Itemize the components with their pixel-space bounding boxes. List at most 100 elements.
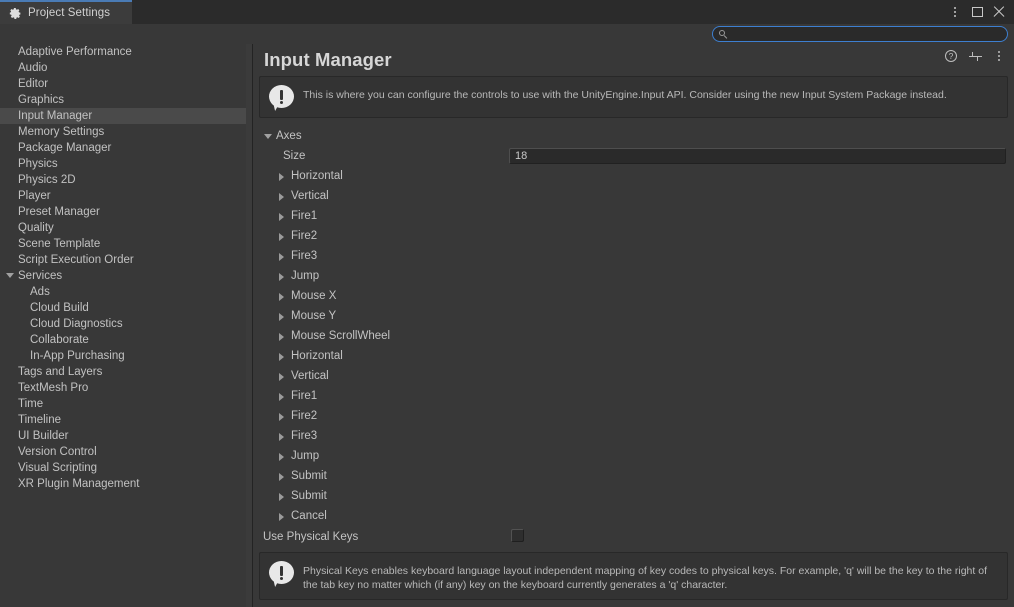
sidebar-item-label: Cloud Diagnostics: [30, 318, 123, 330]
axis-label: Fire1: [291, 210, 318, 222]
axis-label: Submit: [291, 470, 327, 482]
axis-row[interactable]: Horizontal: [259, 166, 1008, 186]
chevron-right-icon[interactable]: [279, 213, 284, 221]
use-physical-keys-checkbox[interactable]: [511, 529, 524, 542]
search-box[interactable]: [712, 26, 1008, 42]
sidebar-item-adaptive-performance[interactable]: Adaptive Performance: [0, 44, 246, 60]
sidebar-item-textmesh-pro[interactable]: TextMesh Pro: [0, 380, 246, 396]
sidebar-item-input-manager[interactable]: Input Manager: [0, 108, 246, 124]
sidebar-item-physics[interactable]: Physics: [0, 156, 246, 172]
axis-row[interactable]: Cancel: [259, 506, 1008, 526]
chevron-right-icon[interactable]: [279, 373, 284, 381]
maximize-icon: [971, 7, 983, 17]
sidebar-item-collaborate[interactable]: Collaborate: [0, 332, 246, 348]
sidebar-item-memory-settings[interactable]: Memory Settings: [0, 124, 246, 140]
axis-row[interactable]: Fire2: [259, 406, 1008, 426]
sidebar-item-label: UI Builder: [18, 430, 69, 442]
sidebar-item-quality[interactable]: Quality: [0, 220, 246, 236]
chevron-right-icon[interactable]: [279, 353, 284, 361]
page-header-icons: ?: [944, 49, 1006, 63]
sidebar-item-label: Tags and Layers: [18, 366, 103, 378]
sidebar-item-cloud-build[interactable]: Cloud Build: [0, 300, 246, 316]
axis-row[interactable]: Submit: [259, 486, 1008, 506]
axis-row[interactable]: Vertical: [259, 366, 1008, 386]
maximize-button[interactable]: [967, 1, 987, 23]
panel-more-options-button[interactable]: [992, 49, 1006, 63]
sidebar-item-package-manager[interactable]: Package Manager: [0, 140, 246, 156]
chevron-right-icon[interactable]: [279, 393, 284, 401]
sidebar-item-graphics[interactable]: Graphics: [0, 92, 246, 108]
search-input[interactable]: [732, 27, 1007, 41]
axis-label: Fire3: [291, 250, 318, 262]
more-options-icon: [998, 51, 1000, 61]
sidebar-item-timeline[interactable]: Timeline: [0, 412, 246, 428]
chevron-right-icon[interactable]: [279, 413, 284, 421]
sidebar-item-tags-and-layers[interactable]: Tags and Layers: [0, 364, 246, 380]
page-title: Input Manager: [264, 49, 392, 70]
sidebar-item-label: Ads: [30, 286, 50, 298]
axis-row[interactable]: Fire3: [259, 246, 1008, 266]
axes-foldout[interactable]: Axes: [259, 126, 1008, 146]
sidebar-item-preset-manager[interactable]: Preset Manager: [0, 204, 246, 220]
axis-row[interactable]: Mouse X: [259, 286, 1008, 306]
sidebar-item-label: Audio: [18, 62, 48, 74]
sidebar-item-xr-plugin-management[interactable]: XR Plugin Management: [0, 476, 246, 492]
axis-row[interactable]: Fire3: [259, 426, 1008, 446]
chevron-right-icon[interactable]: [279, 233, 284, 241]
axis-row[interactable]: Mouse ScrollWheel: [259, 326, 1008, 346]
sidebar-item-ui-builder[interactable]: UI Builder: [0, 428, 246, 444]
axis-row[interactable]: Horizontal: [259, 346, 1008, 366]
tab-label: Project Settings: [28, 7, 111, 19]
chevron-right-icon[interactable]: [279, 313, 284, 321]
chevron-right-icon[interactable]: [279, 473, 284, 481]
chevron-right-icon[interactable]: [279, 453, 284, 461]
sidebar-item-label: XR Plugin Management: [18, 478, 140, 490]
chevron-right-icon[interactable]: [279, 173, 284, 181]
axis-row[interactable]: Mouse Y: [259, 306, 1008, 326]
chevron-right-icon[interactable]: [279, 493, 284, 501]
chevron-right-icon[interactable]: [279, 273, 284, 281]
axis-row[interactable]: Submit: [259, 466, 1008, 486]
sidebar-item-editor[interactable]: Editor: [0, 76, 246, 92]
axis-row[interactable]: Vertical: [259, 186, 1008, 206]
axis-row[interactable]: Jump: [259, 446, 1008, 466]
sidebar-item-script-execution-order[interactable]: Script Execution Order: [0, 252, 246, 268]
top-info-box: This is where you can configure the cont…: [259, 76, 1008, 118]
axis-row[interactable]: Fire1: [259, 206, 1008, 226]
sidebar-item-label: Version Control: [18, 446, 97, 458]
sidebar-item-visual-scripting[interactable]: Visual Scripting: [0, 460, 246, 476]
settings-sidebar: Adaptive Performance Audio Editor Graphics I…: [0, 44, 246, 607]
axis-label: Jump: [291, 450, 320, 462]
sidebar-item-in-app-purchasing[interactable]: In-App Purchasing: [0, 348, 246, 364]
sidebar-item-scene-template[interactable]: Scene Template: [0, 236, 246, 252]
chevron-right-icon[interactable]: [279, 433, 284, 441]
chevron-down-icon[interactable]: [6, 273, 14, 278]
sidebar-item-player[interactable]: Player: [0, 188, 246, 204]
sidebar-item-label: Physics 2D: [18, 174, 76, 186]
chevron-right-icon[interactable]: [279, 333, 284, 341]
help-button[interactable]: ?: [944, 49, 958, 63]
sidebar-item-audio[interactable]: Audio: [0, 60, 246, 76]
sidebar-item-version-control[interactable]: Version Control: [0, 444, 246, 460]
close-button[interactable]: [989, 1, 1009, 23]
sidebar-item-label: Quality: [18, 222, 54, 234]
axis-row[interactable]: Jump: [259, 266, 1008, 286]
axis-label: Submit: [291, 490, 327, 502]
chevron-right-icon[interactable]: [279, 253, 284, 261]
sidebar-item-cloud-diagnostics[interactable]: Cloud Diagnostics: [0, 316, 246, 332]
sidebar-item-physics-2d[interactable]: Physics 2D: [0, 172, 246, 188]
axes-size-row: Size 18: [259, 146, 1008, 166]
sidebar-item-ads[interactable]: Ads: [0, 284, 246, 300]
sidebar-item-label: Physics: [18, 158, 58, 170]
chevron-right-icon[interactable]: [279, 193, 284, 201]
sidebar-item-services[interactable]: Services: [0, 268, 246, 284]
sidebar-item-time[interactable]: Time: [0, 396, 246, 412]
more-options-button[interactable]: [945, 1, 965, 23]
tab-project-settings[interactable]: Project Settings: [0, 0, 132, 24]
size-input[interactable]: 18: [509, 148, 1006, 164]
axis-row[interactable]: Fire1: [259, 386, 1008, 406]
preset-button[interactable]: [968, 49, 982, 63]
chevron-right-icon[interactable]: [279, 513, 284, 521]
chevron-right-icon[interactable]: [279, 293, 284, 301]
axis-row[interactable]: Fire2: [259, 226, 1008, 246]
